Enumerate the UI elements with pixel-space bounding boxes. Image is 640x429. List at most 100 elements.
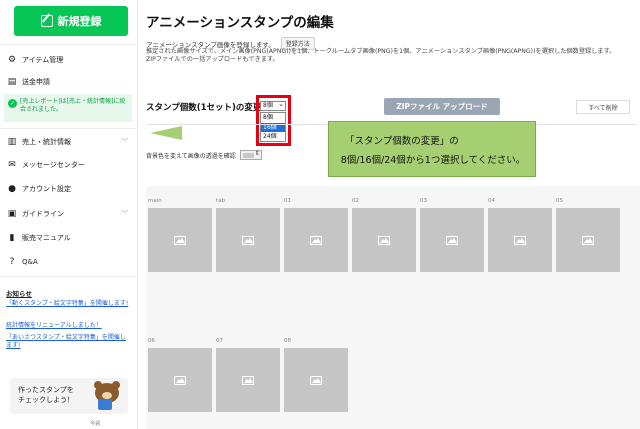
sidebar: 新規登録 ⚙ アイテム管理 ▤ 送金申請 ✓ [売上レポート]は[売上・統計情報… — [0, 0, 138, 429]
image-icon — [174, 375, 186, 385]
slot-label: tab — [216, 198, 226, 204]
check-stamps-banner[interactable]: 作ったスタンプを チェックしよう！ — [10, 378, 128, 414]
stamp-slot-tab[interactable]: tab — [216, 194, 280, 272]
sidebar-item-label: メッセージセンター — [22, 161, 85, 169]
sidebar-item-message-center[interactable]: ✉ メッセージセンター — [6, 157, 132, 173]
stamp-grid: main tab 01 02 03 04 05 06 07 08 — [146, 186, 640, 429]
sidebar-item-label: 売上・統計情報 — [22, 138, 71, 146]
stamp-slot-main[interactable]: main — [148, 194, 212, 272]
pencil-icon — [40, 15, 53, 27]
sidebar-item-label: ガイドライン — [22, 210, 64, 218]
chevron-down-icon: ﹀ — [121, 210, 128, 218]
option-8[interactable]: 8個 — [261, 113, 285, 123]
notice-title[interactable]: お知らせ — [6, 288, 32, 298]
sidebar-divider — [0, 128, 138, 129]
sidebar-item-label: Q&A — [22, 258, 38, 266]
image-icon — [310, 375, 322, 385]
image-icon — [174, 235, 186, 245]
book-icon: ▮ — [9, 233, 15, 243]
slot-image[interactable] — [420, 208, 484, 272]
slot-label: 04 — [488, 198, 495, 204]
slot-image[interactable] — [284, 208, 348, 272]
image-icon — [310, 235, 322, 245]
banner-line: チェックしよう！ — [18, 396, 74, 404]
sidebar-item-label: 送金申請 — [22, 78, 50, 86]
stamp-count-select[interactable]: 8個 — [260, 100, 286, 111]
slot-image[interactable] — [352, 208, 416, 272]
stamp-slot-04[interactable]: 04 — [488, 194, 552, 272]
callout-line-1: 「スタンプ個数の変更」の — [345, 136, 459, 147]
alert-text: [売上レポート]は[売上・統計情報]に統合されました。 — [20, 98, 126, 113]
option-24[interactable]: 24個 — [261, 132, 285, 142]
sidebar-item-remittance[interactable]: ▤ 送金申請 — [6, 74, 132, 90]
sidebar-item-account-settings[interactable]: ● アカウント設定 — [6, 181, 132, 197]
gear-icon: ⚙ — [7, 55, 17, 65]
sidebar-item-label: 販売マニュアル — [22, 234, 71, 242]
chevron-down-icon: ﹀ — [121, 138, 128, 146]
bg-color-select[interactable] — [239, 150, 262, 160]
question-icon: ? — [9, 257, 15, 267]
database-icon: ▤ — [7, 77, 17, 87]
person-icon: ● — [8, 184, 16, 194]
sidebar-item-label: アカウント設定 — [22, 185, 71, 193]
brown-bear-icon — [92, 381, 122, 411]
stamp-slot-03[interactable]: 03 — [420, 194, 484, 272]
image-icon — [514, 235, 526, 245]
slot-label: 03 — [420, 198, 427, 204]
check-circle-icon: ✓ — [8, 99, 17, 108]
slot-label: 08 — [284, 338, 291, 344]
bg-color-label: 背景色を変えて画像の透過を確認 — [146, 152, 236, 160]
slot-label: 06 — [148, 338, 155, 344]
image-icon — [242, 235, 254, 245]
banner-text: 作ったスタンプを チェックしよう！ — [18, 385, 74, 405]
slot-label: 07 — [216, 338, 223, 344]
stamp-slot-05[interactable]: 05 — [556, 194, 620, 272]
delete-all-button[interactable]: すべて削除 — [576, 100, 630, 114]
callout-line-2: 8個/16個/24個から1つ選択してください。 — [340, 155, 526, 166]
stamp-count-label: スタンプ個数(1セット)の変更 — [146, 103, 262, 113]
sidebar-item-label: アイテム管理 — [22, 56, 64, 64]
zip-upload-button[interactable]: ZIPファイル アップロード — [384, 98, 500, 115]
sidebar-item-sales-stats[interactable]: ▥ 売上・統計情報 ﹀ — [6, 134, 132, 150]
sidebar-item-qa[interactable]: ? Q&A — [6, 254, 132, 270]
slot-image[interactable] — [556, 208, 620, 272]
sidebar-divider — [0, 44, 138, 45]
callout-pointer — [150, 126, 182, 140]
slot-label: 05 — [556, 198, 563, 204]
slot-image[interactable] — [148, 208, 212, 272]
slot-image[interactable] — [148, 348, 212, 412]
new-registration-button[interactable]: 新規登録 — [14, 6, 128, 36]
stamp-slot-06[interactable]: 06 — [148, 334, 212, 412]
stamp-slot-02[interactable]: 02 — [352, 194, 416, 272]
description-line: 推定された画像サイズで、メイン画像(PNG(APNG))を1個、トークルームタブ… — [146, 48, 616, 55]
description: 推定された画像サイズで、メイン画像(PNG(APNG))を1個、トークルームタブ… — [146, 48, 636, 65]
sidebar-item-sales-manual[interactable]: ▮ 販売マニュアル — [6, 230, 132, 246]
slot-label: 01 — [284, 198, 291, 204]
slot-label: 02 — [352, 198, 359, 204]
slot-label: main — [148, 198, 162, 204]
stamp-slot-01[interactable]: 01 — [284, 194, 348, 272]
mail-icon: ✉ — [8, 160, 16, 170]
new-registration-label: 新規登録 — [57, 15, 102, 28]
subtitle: アニメーションスタンプ画像を登録します。 — [146, 40, 275, 49]
slot-image[interactable] — [216, 348, 280, 412]
stamp-slot-08[interactable]: 08 — [284, 334, 348, 412]
slot-image[interactable] — [284, 348, 348, 412]
slot-image[interactable] — [488, 208, 552, 272]
chart-icon: ▥ — [7, 137, 17, 147]
stamp-slot-07[interactable]: 07 — [216, 334, 280, 412]
notice-link[interactable]: 「動くスタンプ・絵文字特集」を開催します! — [6, 300, 130, 308]
instruction-callout: 「スタンプ個数の変更」の 8個/16個/24個から1つ選択してください。 — [328, 121, 536, 177]
image-icon — [446, 235, 458, 245]
slot-image[interactable] — [216, 208, 280, 272]
bg-color-row: 背景色を変えて画像の透過を確認 — [146, 150, 262, 160]
notice-link[interactable]: 統計情報をリニューアルしました！ — [6, 322, 130, 330]
image-icon — [242, 375, 254, 385]
sidebar-item-item-management[interactable]: ⚙ アイテム管理 — [6, 52, 132, 68]
description-line: ZIPファイルでの一括アップロードもできます。 — [146, 56, 279, 64]
bottom-cut-text: 今週 — [90, 421, 101, 427]
banner-line: 作ったスタンプを — [18, 386, 74, 394]
notice-link[interactable]: 「あいさつスタンプ・絵文字特集」を開催します! — [6, 334, 130, 349]
stamp-count-options: 8個 16個 24個 — [260, 112, 286, 142]
sidebar-item-guideline[interactable]: ▣ ガイドライン ﹀ — [6, 206, 132, 222]
